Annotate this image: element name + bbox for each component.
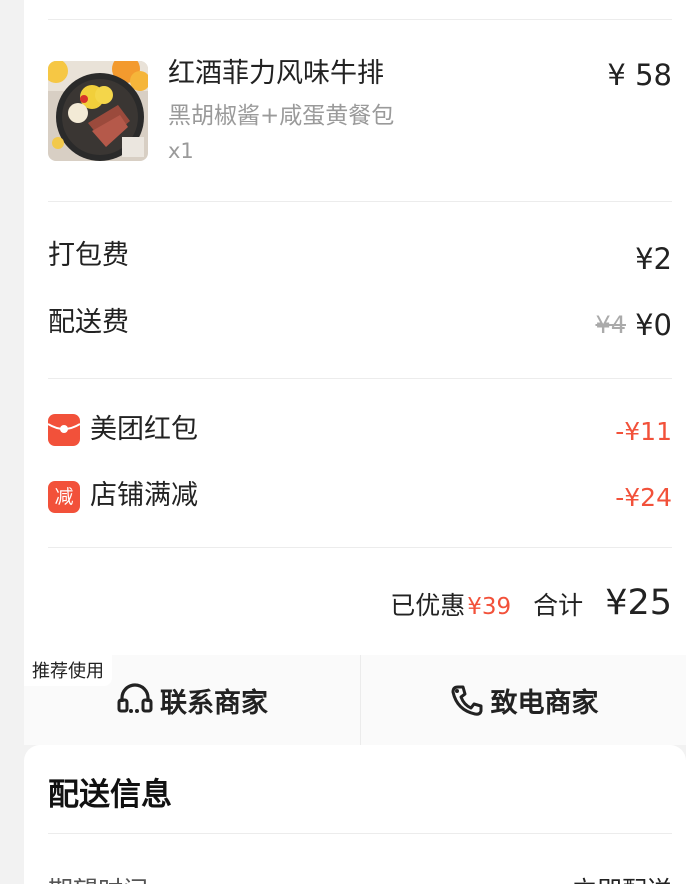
- delivery-fee-value: ¥0: [635, 308, 672, 342]
- discount-value-red-envelope: -¥11: [615, 417, 672, 446]
- divider: [48, 547, 672, 548]
- phone-icon: [451, 685, 482, 716]
- saved-value: ¥39: [467, 594, 512, 620]
- packing-fee-label: 打包费: [48, 240, 129, 271]
- divider: [48, 378, 672, 379]
- discount-label-store: 店铺满减: [90, 480, 198, 511]
- steak-dish-image: [48, 61, 148, 161]
- delivery-info-card: 配送信息 期望时间 立即配送: [24, 745, 686, 884]
- product-spec: 黑胡椒酱+咸蛋黄餐包: [168, 103, 395, 129]
- product-thumbnail[interactable]: [48, 61, 148, 161]
- saved-label: 已优惠: [390, 591, 466, 620]
- delivery-fee-label: 配送费: [48, 307, 129, 338]
- total-value: ¥25: [605, 583, 672, 623]
- call-merchant-button[interactable]: 致电商家: [361, 655, 686, 745]
- order-detail-card: 红酒菲力风味牛排 黑胡椒酱+咸蛋黄餐包 x1 ¥ 58 打包费 ¥2 配送费 ¥…: [24, 0, 686, 655]
- contact-merchant-label: 联系商家: [160, 687, 268, 719]
- order-summary: 已优惠 ¥39 合计 ¥25: [390, 583, 672, 623]
- section-title: 配送信息: [48, 777, 172, 813]
- recommend-tag: 推荐使用: [24, 655, 112, 686]
- product-quantity: x1: [168, 139, 194, 163]
- delivery-fee-original: ¥4: [595, 311, 626, 339]
- call-merchant-label: 致电商家: [490, 687, 599, 719]
- contact-bar: 联系商家 致电商家 推荐使用: [24, 655, 686, 745]
- total-label: 合计: [533, 591, 584, 620]
- product-price: ¥ 58: [607, 58, 672, 92]
- headset-icon: [117, 683, 153, 713]
- divider: [48, 833, 672, 834]
- store-discount-icon: 减: [48, 481, 80, 513]
- divider: [48, 19, 672, 20]
- discount-value-store: -¥24: [615, 483, 672, 512]
- red-envelope-icon: [48, 414, 80, 446]
- product-name: 红酒菲力风味牛排: [168, 58, 384, 89]
- divider: [48, 201, 672, 202]
- packing-fee-value: ¥2: [635, 242, 672, 276]
- expected-time-value: 立即配送: [572, 871, 672, 884]
- discount-label-red-envelope: 美团红包: [90, 414, 198, 445]
- expected-time-label: 期望时间: [48, 871, 148, 884]
